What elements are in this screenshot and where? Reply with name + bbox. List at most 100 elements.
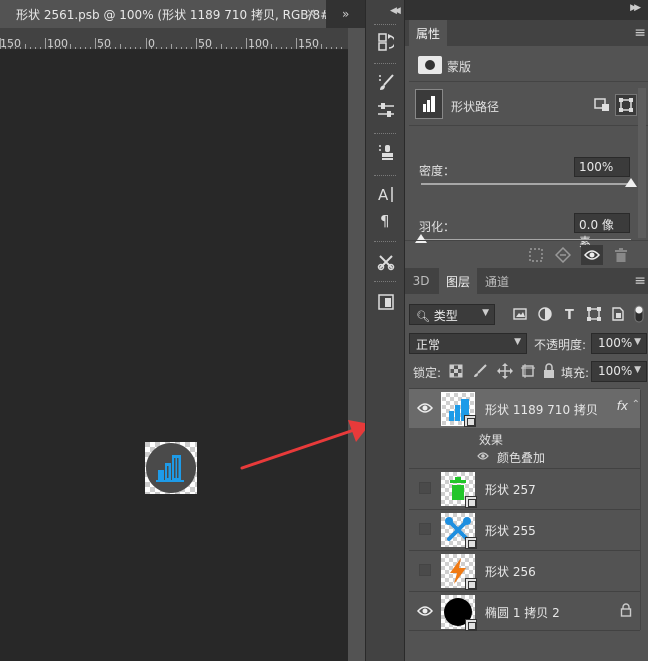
filter-adjustment-icon[interactable] [536, 305, 554, 323]
grip-handle[interactable] [374, 63, 396, 65]
mask-actions-bar [405, 240, 648, 268]
document-canvas[interactable] [0, 50, 348, 661]
blend-mode-value: 正常 [416, 338, 441, 352]
lock-artboard-icon[interactable] [521, 364, 535, 378]
ruler-label: 50 [97, 37, 111, 50]
tool-presets-icon[interactable] [373, 251, 399, 273]
ruler-label: 100 [47, 37, 68, 50]
vector-mask-icon[interactable] [415, 89, 443, 119]
collapse-effects-icon[interactable]: ⌃ [632, 399, 640, 410]
ruler-label: 50 [198, 37, 212, 50]
layer-name: 形状 255 [485, 524, 536, 538]
density-field[interactable]: 100% [574, 157, 630, 177]
delete-mask-icon[interactable] [610, 245, 632, 265]
collapse-panels-icon[interactable]: ▶▶ [630, 3, 641, 13]
color-overlay-effect[interactable]: 颜色叠加 [497, 449, 545, 466]
blend-mode-select[interactable]: 正常 ▼ [409, 333, 527, 354]
layer-row[interactable]: 形状 256 [409, 550, 640, 590]
add-mask-icon[interactable] [591, 94, 613, 116]
fx-icon[interactable]: fx [617, 399, 628, 413]
document-building-icon[interactable] [145, 442, 197, 494]
document-tab[interactable]: 形状 2561.psb @ 100% (形状 1189 710 拷贝, RGB/… [0, 0, 326, 28]
grip-handle[interactable] [374, 241, 396, 243]
artboard-icon[interactable] [373, 291, 399, 313]
layer-thumbnail[interactable] [441, 472, 477, 508]
grip-handle[interactable] [374, 281, 396, 283]
shape-badge-icon [465, 496, 477, 508]
lock-pixels-icon[interactable] [473, 364, 487, 378]
horizontal-ruler: 150 100 50 0 50 100 150 [0, 28, 348, 50]
lock-all-icon[interactable] [543, 363, 555, 378]
layer-thumbnail[interactable] [441, 513, 477, 549]
toggle-mask-visibility-icon[interactable] [581, 245, 603, 265]
shape-badge-icon [465, 619, 477, 631]
svg-text:T: T [565, 308, 574, 321]
layer-filter-row: 🔍︎ 类型 ▼ T [409, 304, 648, 326]
filter-shape-icon[interactable] [585, 305, 603, 323]
density-track[interactable] [421, 183, 631, 185]
layer-row[interactable]: 形状 255 [409, 509, 640, 549]
density-label: 密度： [419, 164, 456, 178]
opacity-field[interactable]: 100% ▼ [591, 333, 647, 354]
apply-mask-icon[interactable] [552, 245, 574, 265]
fill-label: 填充: [561, 366, 590, 380]
tab-layers[interactable]: 图层 [439, 268, 477, 294]
chevron-down-icon: ▼ [634, 365, 641, 375]
effect-eye-icon[interactable] [477, 451, 489, 461]
layer-row[interactable]: 椭圆 1 拷贝 2 [409, 591, 640, 631]
fill-field[interactable]: 100% ▼ [591, 361, 647, 382]
tab-channels[interactable]: 通道 [477, 268, 517, 294]
character-icon[interactable]: A [373, 183, 399, 205]
layer-row[interactable]: 形状 257 [409, 468, 640, 508]
visibility-eye-icon[interactable] [417, 401, 433, 415]
filter-smart-object-icon[interactable] [609, 305, 627, 323]
visibility-eye-icon[interactable] [417, 604, 433, 618]
panel-menu-icon[interactable]: ≡ [634, 25, 646, 41]
brush-icon[interactable] [373, 71, 399, 93]
document-tab-bar: 形状 2561.psb @ 100% (形状 1189 710 拷贝, RGB/… [0, 0, 365, 28]
tab-properties[interactable]: 属性 [409, 20, 447, 46]
layer-thumbnail[interactable] [441, 392, 476, 427]
grip-handle[interactable] [374, 133, 396, 135]
selection-from-mask-icon[interactable] [525, 245, 547, 265]
shape-badge-icon [465, 537, 477, 549]
layers-menu-icon[interactable]: ≡ [634, 273, 646, 289]
blend-row: 正常 ▼ 不透明度: 100% ▼ [409, 333, 648, 355]
visibility-checkbox[interactable] [419, 482, 431, 494]
lock-position-icon[interactable] [497, 363, 513, 379]
filter-pixel-icon[interactable] [511, 305, 529, 323]
visibility-checkbox[interactable] [419, 564, 431, 576]
layer-thumbnail[interactable] [441, 595, 477, 631]
filter-type-icon[interactable]: T [561, 305, 579, 323]
adjustments-icon[interactable] [373, 99, 399, 121]
shape-badge-icon [464, 415, 476, 427]
layers-scrollbar[interactable] [640, 390, 648, 630]
mask-row[interactable]: 蒙版 [409, 50, 648, 82]
tab-3d[interactable]: 3D [405, 268, 437, 294]
paragraph-icon[interactable]: ¶ [373, 209, 399, 231]
grip-handle[interactable] [374, 175, 396, 177]
ruler-label: 150 [298, 37, 319, 50]
grip-handle[interactable] [374, 24, 396, 26]
lock-transparent-icon[interactable] [449, 364, 463, 378]
panel-dock-top: ▶▶ [405, 0, 648, 20]
layer-name: 椭圆 1 拷贝 2 [485, 606, 560, 620]
vector-mask-button[interactable] [615, 94, 637, 116]
density-slider-handle[interactable] [625, 178, 637, 187]
lock-row: 锁定: 填充: 100% ▼ [409, 361, 648, 383]
layer-row[interactable]: 形状 1189 710 拷贝 fx ⌃ [409, 388, 640, 428]
history-icon[interactable] [373, 31, 399, 53]
filter-kind-select[interactable]: 🔍︎ 类型 ▼ [409, 304, 495, 325]
tab-overflow-icon[interactable]: » [342, 7, 350, 21]
stamp-icon[interactable] [373, 141, 399, 163]
visibility-checkbox[interactable] [419, 523, 431, 535]
properties-scrollbar[interactable] [638, 88, 646, 238]
effects-label[interactable]: 效果 [479, 431, 503, 448]
filter-toggle-icon[interactable] [633, 305, 645, 323]
ruler-label: 100 [248, 37, 269, 50]
annotation-arrow [240, 420, 370, 470]
layer-thumbnail[interactable] [441, 554, 477, 590]
feather-field[interactable]: 0.0 像素 [574, 213, 630, 249]
collapse-icon[interactable]: ◀◀ [390, 6, 401, 16]
close-tab-icon[interactable]: × [306, 6, 316, 20]
